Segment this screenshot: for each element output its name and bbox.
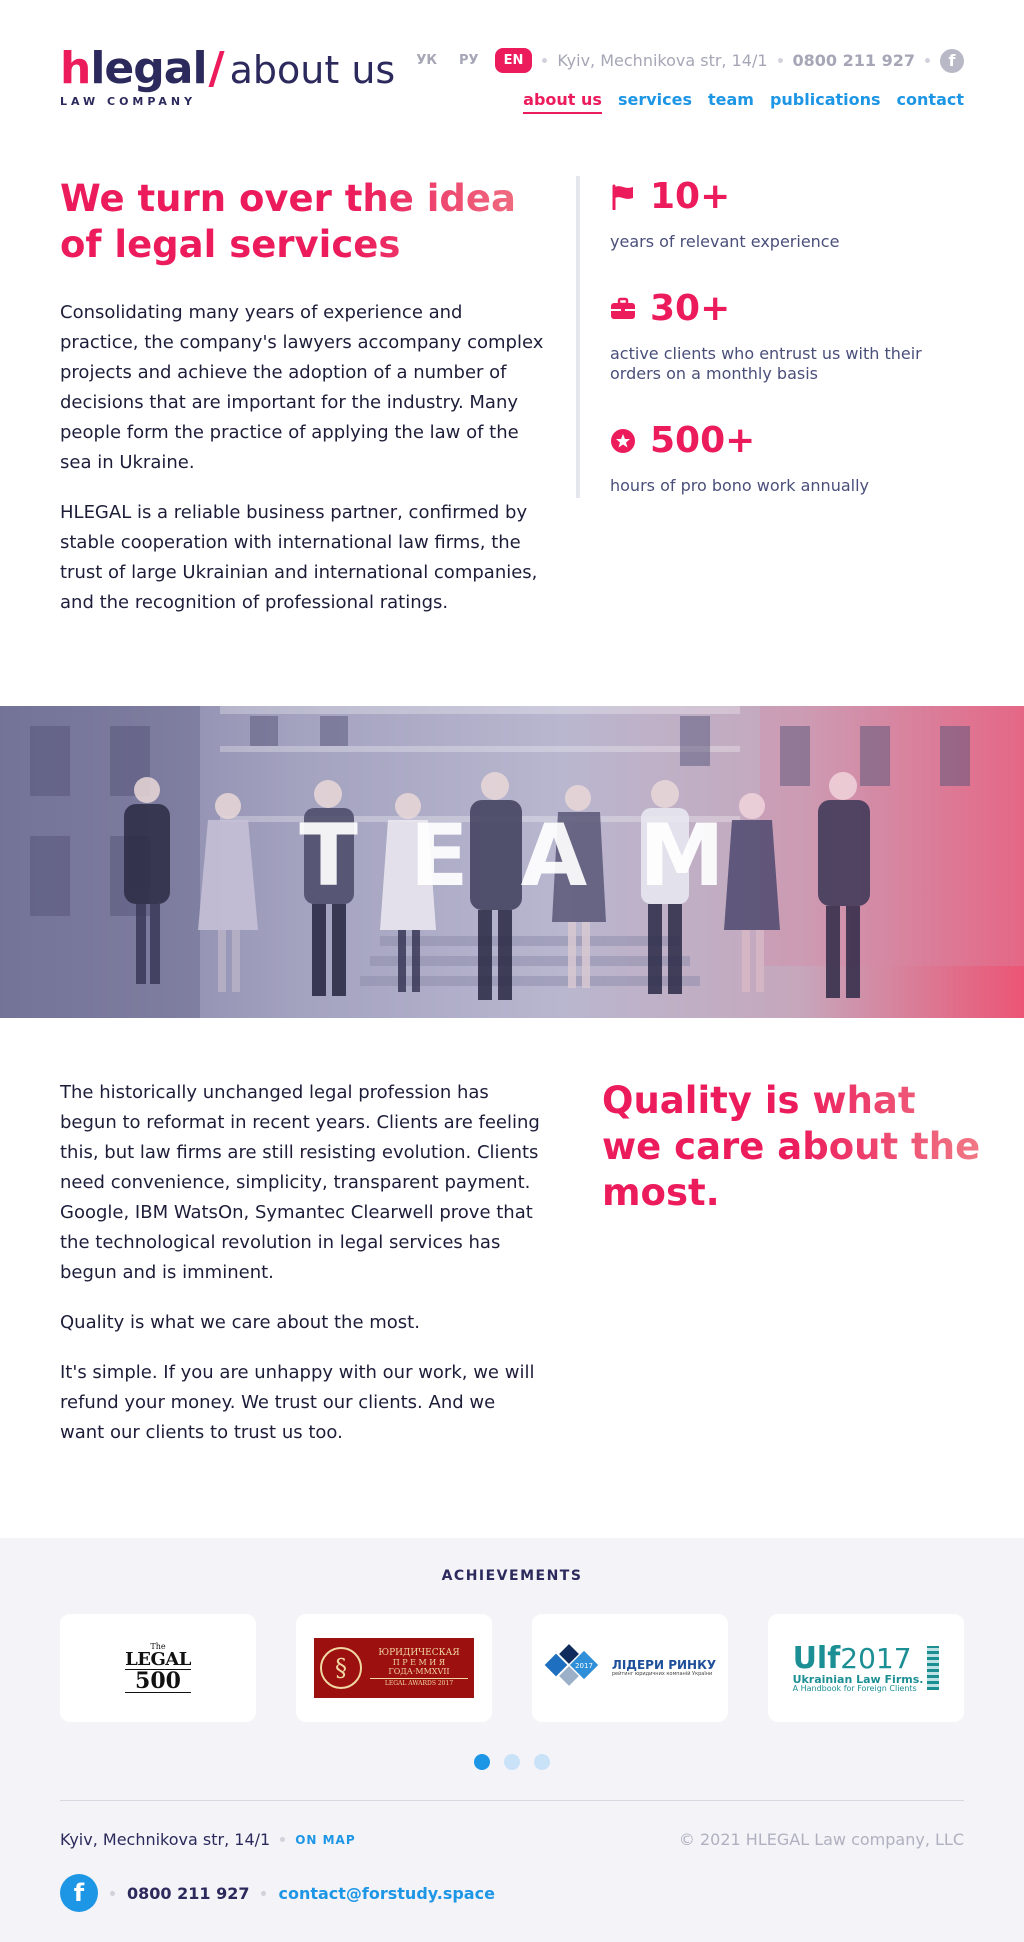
copyright: © 2021 HLEGAL Law company, LLC: [678, 1830, 964, 1849]
logo-brand-rest: legal: [90, 43, 207, 94]
site-header: hlegal/about us LAW COMPANY УК РУ EN Kyi…: [0, 0, 1024, 140]
stat-item: 30+ active clients who entrust us with t…: [610, 288, 970, 384]
nav-about-us[interactable]: about us: [523, 90, 602, 114]
lang-en[interactable]: EN: [494, 48, 533, 73]
team-banner-label: TEAM: [299, 806, 777, 906]
stats-list: 10+ years of relevant experience 30+ act…: [610, 176, 970, 532]
intro-paragraph: Consolidating many years of experience a…: [60, 302, 544, 473]
stat-value: 10+: [650, 176, 731, 217]
header-address[interactable]: Kyiv, Mechnikova str, 14/1: [557, 51, 767, 70]
stat-description: hours of pro bono work annually: [610, 476, 869, 495]
separator-dot: [925, 58, 930, 63]
achievement-card[interactable]: § ЮРИДИЧЕСКАЯ П Р Е М И Я ГОДА·MMXVII LE…: [296, 1614, 492, 1722]
legal500-logo: The LEGAL 500: [125, 1642, 191, 1694]
stat-item: 500+ hours of pro bono work annually: [610, 420, 970, 496]
achievement-card[interactable]: Ulf2017 Ukrainian Law Firms. A Handbook …: [768, 1614, 964, 1722]
logo-subtitle: LAW COMPANY: [60, 95, 197, 108]
stat-description: active clients who entrust us with their…: [610, 344, 922, 383]
team-banner[interactable]: TEAM: [0, 706, 1024, 1018]
quality-section: The historically unchanged legal profess…: [60, 1078, 540, 1448]
stat-description: years of relevant experience: [610, 232, 840, 251]
achievements-title: ACHIEVEMENTS: [441, 1568, 583, 1584]
briefcase-icon: [610, 296, 636, 322]
separator-dot: [261, 1890, 267, 1896]
carousel-dot[interactable]: [534, 1754, 550, 1770]
footer-phone[interactable]: 0800 211 927: [127, 1884, 249, 1903]
carousel-dot[interactable]: [504, 1754, 520, 1770]
flag-icon: [610, 184, 636, 210]
logo-page-name: about us: [229, 48, 396, 92]
quality-paragraph: The historically unchanged legal profess…: [60, 1082, 540, 1283]
stat-value: 30+: [650, 288, 731, 329]
ulf-logo: Ulf2017 Ukrainian Law Firms. A Handbook …: [793, 1643, 940, 1693]
nav-publications[interactable]: publications: [770, 90, 881, 114]
separator-dot: [280, 1837, 286, 1842]
footer-email[interactable]: contact@forstudy.space: [278, 1884, 494, 1903]
separator-dot: [110, 1890, 115, 1896]
lang-uk[interactable]: УК: [410, 49, 443, 72]
nav-team[interactable]: team: [708, 90, 754, 114]
achievement-card[interactable]: 2017 ЛІДЕРИ РИНКУ рейтинг юридичних комп…: [532, 1614, 728, 1722]
nav-services[interactable]: services: [618, 90, 692, 114]
page-headline: We turn over the idea of legal services: [60, 176, 545, 268]
stat-value: 500+: [650, 420, 756, 461]
site-logo[interactable]: hlegal/about us LAW COMPANY: [60, 44, 395, 109]
achievements-footer: ACHIEVEMENTS The LEGAL 500 § ЮРИДИЧЕСКАЯ…: [0, 1538, 1024, 1942]
main-nav: about us services team publications cont…: [523, 90, 964, 114]
footer-address-row: Kyiv, Mechnikova str, 14/1 ON MAP: [60, 1830, 356, 1849]
stat-item: 10+ years of relevant experience: [610, 176, 970, 252]
achievements-carousel: The LEGAL 500 § ЮРИДИЧЕСКАЯ П Р Е М И Я …: [60, 1614, 964, 1722]
footer-divider: [60, 1800, 964, 1801]
intro-paragraph: HLEGAL is a reliable business partner, c…: [60, 502, 538, 613]
carousel-pagination: [0, 1754, 1024, 1770]
on-map-link[interactable]: ON MAP: [295, 1833, 355, 1847]
header-phone[interactable]: 0800 211 927: [793, 51, 915, 70]
legal-awards-logo: § ЮРИДИЧЕСКАЯ П Р Е М И Я ГОДА·MMXVII LE…: [314, 1638, 474, 1698]
facebook-icon[interactable]: f: [60, 1874, 98, 1912]
vertical-divider: [576, 176, 580, 498]
quality-headline: Quality is what we care about the most.: [602, 1079, 981, 1214]
footer-address: Kyiv, Mechnikova str, 14/1: [60, 1830, 271, 1849]
header-topbar: УК РУ EN Kyiv, Mechnikova str, 14/1 0800…: [410, 48, 964, 73]
lang-ru[interactable]: РУ: [453, 49, 485, 72]
market-leaders-logo: 2017 ЛІДЕРИ РИНКУ рейтинг юридичних комп…: [544, 1643, 716, 1693]
logo-brand-h: h: [60, 43, 91, 94]
carousel-dot[interactable]: [474, 1754, 490, 1770]
footer-contacts-row: f 0800 211 927 contact@forstudy.space: [60, 1874, 495, 1912]
logo-slash: /: [208, 43, 225, 94]
logo-wordmark: hlegal/about us: [60, 44, 395, 95]
achievement-card[interactable]: The LEGAL 500: [60, 1614, 256, 1722]
quality-paragraph: Quality is what we care about the most.: [60, 1312, 420, 1333]
nav-contact[interactable]: contact: [897, 90, 964, 114]
separator-dot: [542, 58, 548, 63]
facebook-icon[interactable]: f: [940, 48, 964, 73]
quality-paragraph: It's simple. If you are unhappy with our…: [60, 1362, 535, 1443]
separator-dot: [777, 58, 783, 63]
intro-section: We turn over the idea of legal services …: [60, 176, 545, 618]
svg-text:2017: 2017: [575, 1662, 593, 1670]
star-badge-icon: [610, 428, 636, 454]
